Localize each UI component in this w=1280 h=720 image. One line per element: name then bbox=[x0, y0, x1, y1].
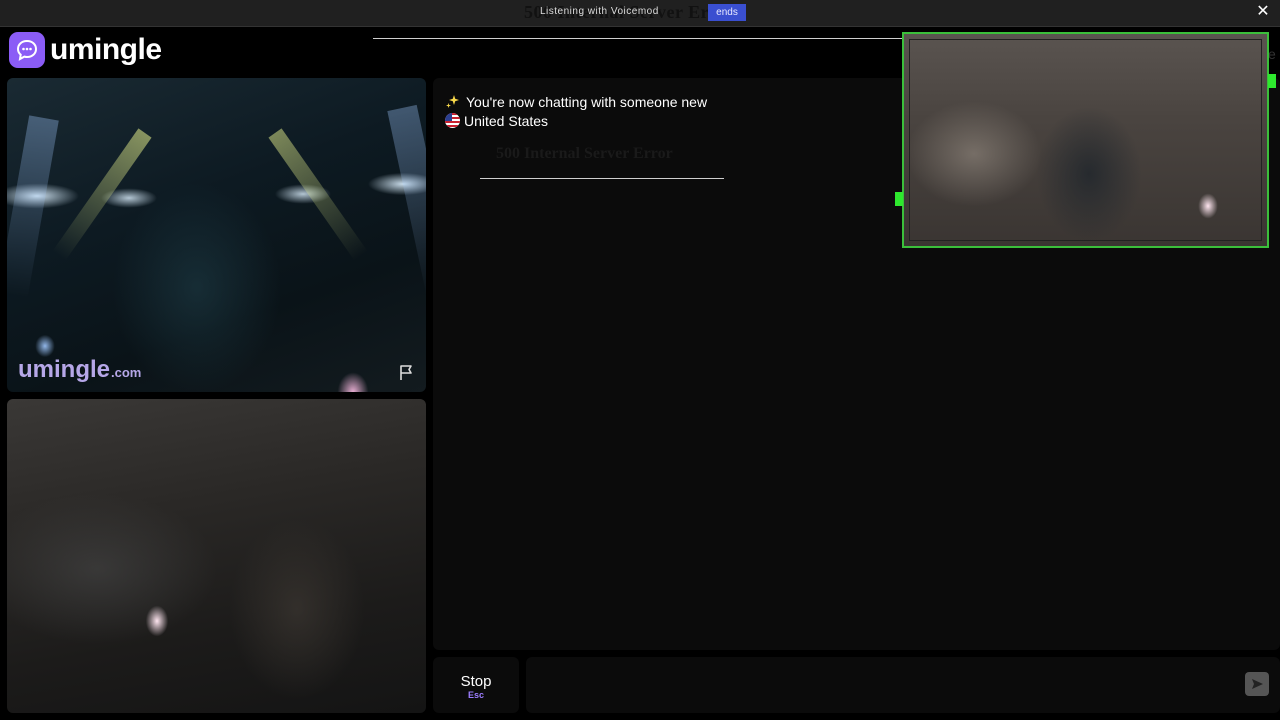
status-message: You're now chatting with someone new bbox=[466, 93, 708, 110]
light-beam bbox=[52, 128, 152, 261]
self-video bbox=[7, 399, 426, 713]
umingle-watermark: umingle .com bbox=[18, 356, 141, 384]
light-beam bbox=[387, 104, 426, 297]
resize-handle[interactable] bbox=[895, 192, 903, 206]
watermark-text: umingle bbox=[18, 356, 111, 383]
divider bbox=[480, 178, 724, 179]
divider bbox=[373, 38, 903, 39]
system-message: You're now chatting with someone new Uni… bbox=[445, 92, 707, 130]
ghost-error-text: 500 Internal Server Error bbox=[496, 145, 673, 162]
overlay-title-bar: 500 Internal Server Error Listening with… bbox=[0, 0, 1280, 27]
overlay-webcam-frame bbox=[909, 39, 1262, 241]
light-beam bbox=[268, 128, 368, 261]
stop-shortcut: Esc bbox=[467, 690, 484, 700]
light-beam bbox=[7, 115, 59, 298]
ghost-text: e bbox=[1268, 46, 1276, 62]
sparkles-icon bbox=[445, 94, 461, 110]
us-flag-icon bbox=[445, 113, 460, 128]
overlay-caption-highlight: ends bbox=[708, 4, 746, 21]
message-input[interactable] bbox=[526, 657, 1280, 713]
send-icon[interactable] bbox=[1245, 672, 1269, 696]
resize-handle[interactable] bbox=[1268, 74, 1276, 88]
overlay-webcam[interactable] bbox=[902, 32, 1269, 248]
logo[interactable]: umingle bbox=[9, 32, 162, 68]
country-label: United States bbox=[464, 112, 549, 129]
stop-button[interactable]: Stop Esc bbox=[433, 657, 519, 713]
watermark-suffix: .com bbox=[111, 365, 142, 380]
close-icon[interactable]: ✕ bbox=[1254, 3, 1272, 21]
logo-text: umingle bbox=[50, 33, 162, 66]
report-flag-icon[interactable] bbox=[398, 364, 416, 382]
chat-bubble-icon bbox=[9, 32, 45, 68]
stop-label: Stop bbox=[460, 673, 492, 690]
stranger-video: umingle .com bbox=[7, 78, 426, 392]
overlay-caption: Listening with Voicemod bbox=[540, 6, 659, 17]
